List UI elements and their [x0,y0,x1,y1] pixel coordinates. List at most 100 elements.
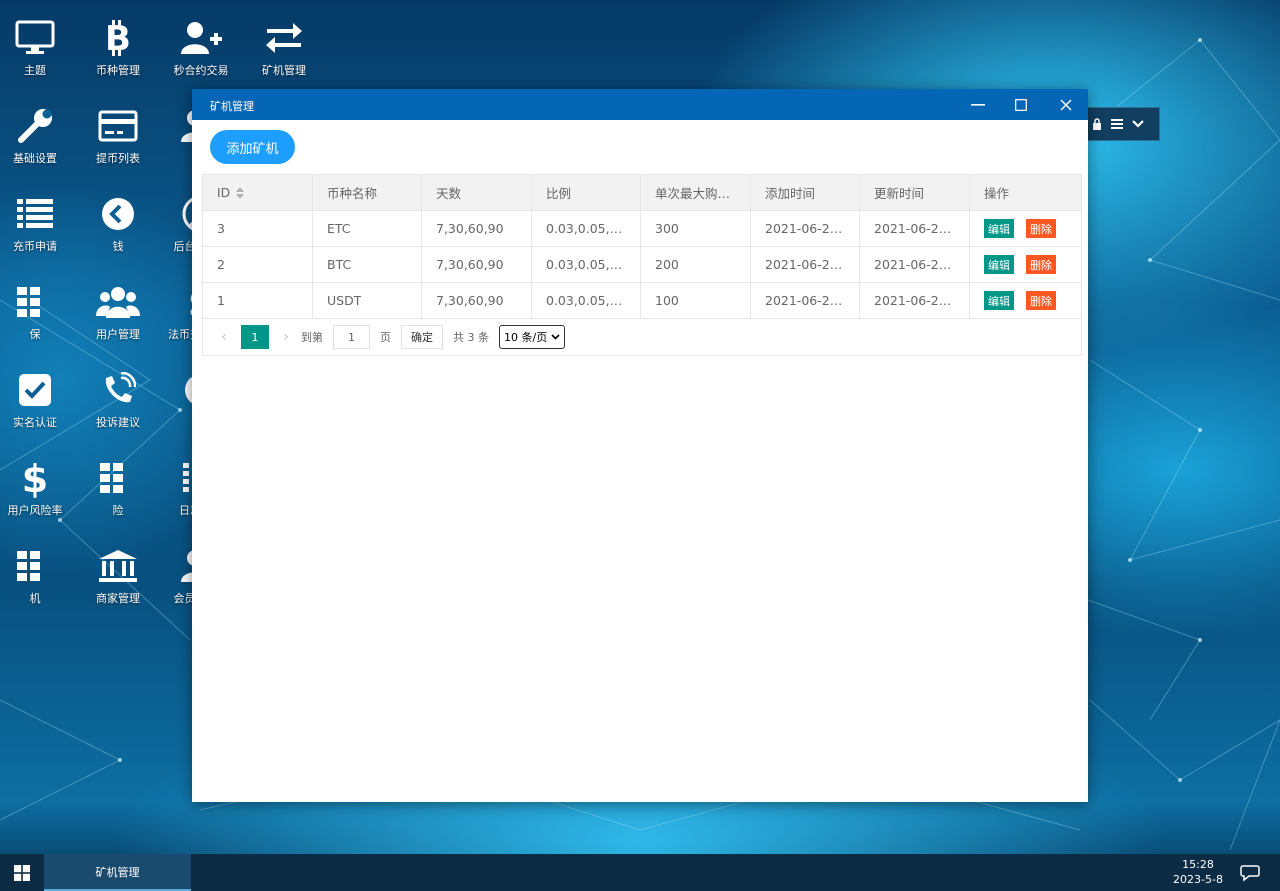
delete-button[interactable]: 删除 [1026,219,1056,238]
system-clock[interactable]: 15:28 2023-5-8 [1168,857,1228,887]
cell-id: 3 [203,211,313,246]
goto-page-input[interactable]: 1 [333,325,370,349]
wrench-icon [0,106,77,146]
delete-button[interactable]: 删除 [1026,291,1056,310]
desktop-icon[interactable]: 提币列表 [76,88,160,168]
cell-days: 7,30,60,90 [422,283,532,318]
mining-machine-window: 矿机管理 添加矿机 ID 币种名称 天数 比例 单次最大购买数量 添加时间 [192,89,1088,802]
check-square-icon [0,370,77,410]
desktop-icon[interactable]: 钱 [76,176,160,256]
cell-coin: BTC [313,247,422,282]
svg-text:$: $ [22,458,48,498]
pagination: ‹ 1 › 到第 1 页 确定 共 3 条 10 条/页 [203,319,1081,355]
cell-actions: 编辑 删除 [970,211,1081,246]
bitcoin-icon: B [76,18,160,58]
user-plus-icon [159,18,243,58]
column-header-updated: 更新时间 [860,175,970,210]
monitor-icon [0,18,77,58]
message-bubble-icon [1240,865,1260,882]
desktop-icon[interactable]: 投诉建议 [76,352,160,432]
cell-days: 7,30,60,90 [422,211,532,246]
cell-updated: 2021-06-26 12:00:00 [860,211,970,246]
grid-icon [76,458,160,498]
desktop-icon[interactable]: 机 [0,528,77,608]
minimize-button[interactable] [958,89,998,120]
desktop-icon[interactable]: 商家管理 [76,528,160,608]
sort-icon[interactable] [236,186,245,199]
menu-icon[interactable] [1111,119,1123,129]
window-title: 矿机管理 [210,100,254,113]
clock-time: 15:28 [1182,858,1214,871]
table-row[interactable]: 3ETC7,30,60,900.03,0.05,0.07,0.13002021-… [203,211,1081,247]
add-mining-machine-button[interactable]: 添加矿机 [210,130,295,164]
delete-button[interactable]: 删除 [1026,255,1056,274]
notification-button[interactable] [1236,861,1264,885]
desktop-icon[interactable]: 充币申请 [0,176,77,256]
table-header-row: ID 币种名称 天数 比例 单次最大购买数量 添加时间 更新时间 操作 [203,175,1081,211]
chevron-down-icon[interactable] [1132,120,1144,128]
desktop-icon-label: 矿机管理 [262,64,306,77]
start-button[interactable] [0,854,44,891]
cell-id: 1 [203,283,313,318]
desktop-icon-label: 险 [112,504,124,517]
desktop-icon[interactable]: B 币种管理 [76,0,160,80]
desktop-icon-label: 提币列表 [96,152,140,165]
arrow-circle-icon [76,194,160,234]
desktop-icon-label: 机 [29,592,41,605]
page-size-select[interactable]: 10 条/页 [499,325,566,349]
cell-created: 2021-06-26 12:00:00 [751,283,860,318]
edit-button[interactable]: 编辑 [984,255,1014,274]
cell-coin: ETC [313,211,422,246]
desktop-icon[interactable]: 矿机管理 [242,0,326,80]
bank-icon [76,546,160,586]
list-icon [0,194,77,234]
desktop-icon-label: 投诉建议 [96,416,140,429]
desktop-icon-label: 用户风险率 [7,504,63,517]
desktop-icon[interactable]: 实名认证 [0,352,77,432]
cell-ratio: 0.03,0.05,0.07,0.1 [532,283,641,318]
desktop-icon-label: 币种管理 [96,64,140,77]
prev-page-icon[interactable]: ‹ [215,329,233,345]
dollar-icon: $ [0,458,77,498]
maximize-button[interactable] [1001,89,1041,120]
window-body: 添加矿机 ID 币种名称 天数 比例 单次最大购买数量 添加时间 更新时间 操作… [192,120,1088,802]
windows-logo-icon [14,864,30,881]
desktop-icon-label: 用户管理 [96,328,140,341]
grid-icon [0,282,77,322]
desktop-icon[interactable]: $ 用户风险率 [0,440,77,520]
page-1-button[interactable]: 1 [241,325,269,349]
desktop-icon[interactable]: 基础设置 [0,88,77,168]
cell-actions: 编辑 删除 [970,283,1081,318]
column-header-id[interactable]: ID [203,175,313,210]
table-row[interactable]: 1USDT7,30,60,900.03,0.05,0.07,0.11002021… [203,283,1081,319]
close-button[interactable] [1046,89,1086,120]
chevron-down-icon [551,334,560,340]
table-row[interactable]: 2BTC7,30,60,900.03,0.05,0.07,0.12002021-… [203,247,1081,283]
mining-machine-table: ID 币种名称 天数 比例 单次最大购买数量 添加时间 更新时间 操作 3ETC… [202,174,1082,356]
desktop-icon[interactable]: 秒合约交易 [159,0,243,80]
desktop-icon[interactable]: 险 [76,440,160,520]
edit-button[interactable]: 编辑 [984,291,1014,310]
cell-max: 200 [641,247,751,282]
desktop-icon[interactable]: 用户管理 [76,264,160,344]
minimize-icon [971,103,985,106]
column-header-days: 天数 [422,175,532,210]
edit-button[interactable]: 编辑 [984,219,1014,238]
desktop-icon[interactable]: 保 [0,264,77,344]
clock-date: 2023-5-8 [1173,873,1223,886]
cell-max: 100 [641,283,751,318]
desktop-mini-toolbar [1085,107,1160,141]
desktop-icon-label: 实名认证 [13,416,57,429]
desktop-icon[interactable]: 主题 [0,0,77,80]
column-header-ratio: 比例 [532,175,641,210]
maximize-icon [1015,98,1027,111]
lock-icon[interactable] [1092,118,1102,130]
cell-coin: USDT [313,283,422,318]
column-header-coin: 币种名称 [313,175,422,210]
window-title-bar[interactable]: 矿机管理 [192,89,1088,120]
goto-confirm-button[interactable]: 确定 [401,325,443,349]
desktop-icon-label: 商家管理 [96,592,140,605]
next-page-icon[interactable]: › [277,329,295,345]
taskbar-item-mining-machine[interactable]: 矿机管理 [44,854,191,891]
desktop-icon-label: 充币申请 [13,240,57,253]
